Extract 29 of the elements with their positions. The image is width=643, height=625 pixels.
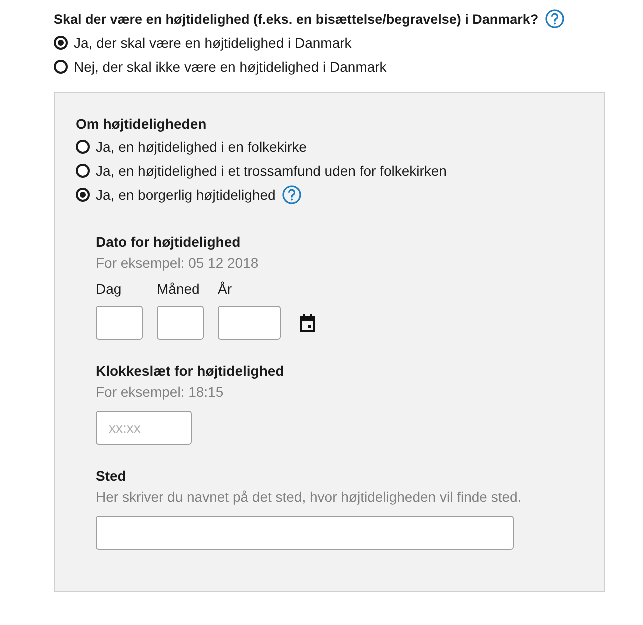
radio-label[interactable]: Ja, der skal være en højtidelighed i Danmark (74, 35, 352, 51)
help-icon[interactable] (282, 185, 302, 205)
radio-label[interactable]: Ja, en højtidelighed i en folkekirke (96, 139, 307, 155)
help-icon[interactable] (544, 9, 565, 29)
radio-label[interactable]: Ja, en borgerlig højtidelighed (96, 187, 276, 203)
time-input[interactable]: xx:xx (96, 411, 192, 445)
field-label: Klokkeslæt for højtidelighed (96, 362, 286, 381)
radio-button[interactable] (76, 164, 90, 178)
radio-button[interactable] (54, 60, 68, 74)
question-label: Skal der være en højtidelighed (f.eks. en bisættelse/begravelse) i Danmark? (54, 12, 539, 26)
calendar-icon[interactable] (299, 314, 316, 332)
input-label: År (218, 280, 233, 299)
section-heading: Om højtideligheden (76, 115, 208, 134)
field-label: Sted (96, 467, 128, 486)
radio-button[interactable] (76, 188, 90, 202)
radio-label[interactable]: Nej, der skal ikke være en højtidelighed i Danmark (74, 59, 387, 75)
field-hint: For eksempel: 18:15 (96, 383, 225, 402)
date-input[interactable] (157, 306, 204, 340)
date-input[interactable] (96, 306, 143, 340)
radio-button[interactable] (76, 140, 90, 154)
input-label: Måned (157, 280, 201, 299)
place-input[interactable] (96, 516, 514, 550)
field-hint: Her skriver du navnet på det sted, hvor højtideligheden vil finde sted. (96, 488, 523, 507)
radio-button[interactable] (54, 36, 68, 50)
radio-label[interactable]: Ja, en højtidelighed i et trossamfund uden for folkekirken (96, 163, 447, 179)
field-label: Dato for højtidelighed (96, 233, 242, 252)
field-hint: For eksempel: 05 12 2018 (96, 254, 260, 273)
input-label: Dag (96, 280, 123, 299)
date-input[interactable] (218, 306, 281, 340)
